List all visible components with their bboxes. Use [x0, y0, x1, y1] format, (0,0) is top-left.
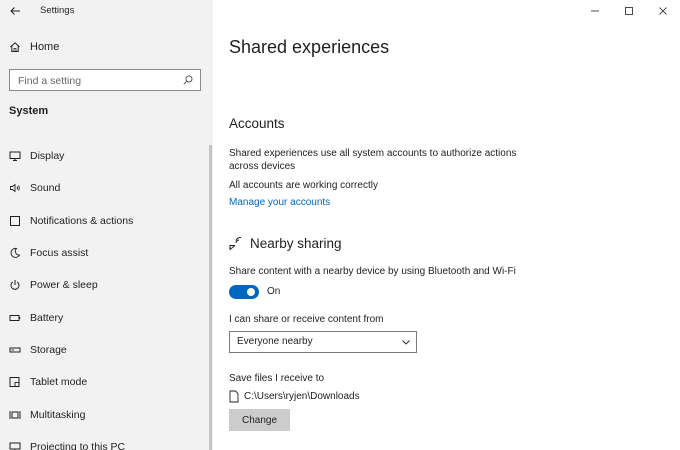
nearby-sharing-toggle[interactable]: [229, 285, 259, 299]
title-bar: Settings: [0, 0, 213, 24]
maximize-icon: [625, 7, 633, 15]
app-title: Settings: [40, 5, 75, 16]
nearby-sharing-icon: [229, 237, 242, 250]
toggle-state-label: On: [267, 286, 281, 297]
speaker-icon: [10, 184, 20, 193]
sidebar-item-label: Battery: [30, 311, 64, 324]
manage-accounts-link[interactable]: Manage your accounts: [229, 197, 330, 208]
save-files-label: Save files I receive to: [229, 373, 325, 384]
sidebar-item-label: Sound: [30, 182, 61, 195]
sidebar-item-label: Projecting to this PC: [30, 440, 126, 450]
home-nav-item[interactable]: Home: [9, 41, 59, 53]
sidebar: Settings Home Find a setting System Disp…: [0, 0, 213, 450]
change-button[interactable]: Change: [229, 409, 290, 431]
maximize-button[interactable]: [612, 0, 646, 22]
home-label: Home: [30, 41, 60, 53]
file-icon: [229, 390, 239, 403]
sidebar-item-label: Display: [30, 150, 65, 163]
home-icon: [10, 42, 20, 52]
chevron-down-icon: [402, 340, 410, 345]
toggle-knob: [247, 288, 255, 296]
sidebar-nav: Display Sound Notifications & actions Fo…: [0, 140, 208, 450]
back-arrow-icon[interactable]: [8, 4, 22, 18]
accounts-status: All accounts are working correctly: [229, 180, 378, 191]
sidebar-scrollbar[interactable]: [209, 145, 212, 450]
power-icon: [10, 280, 20, 291]
save-path: C:\Users\ryjen\Downloads: [244, 391, 360, 402]
accounts-heading: Accounts: [229, 116, 285, 131]
sidebar-item-display[interactable]: Display: [0, 140, 208, 172]
sidebar-item-tablet-mode[interactable]: Tablet mode: [0, 366, 208, 398]
sidebar-item-power-sleep[interactable]: Power & sleep: [0, 269, 208, 301]
nearby-heading: Nearby sharing: [250, 236, 342, 251]
close-button[interactable]: [646, 0, 680, 22]
tablet-icon: [9, 377, 20, 388]
sidebar-item-label: Storage: [30, 343, 67, 356]
sidebar-item-label: Multitasking: [30, 408, 86, 421]
sidebar-item-label: Power & sleep: [30, 279, 98, 292]
sidebar-item-storage[interactable]: Storage: [0, 334, 208, 366]
minimize-button[interactable]: [578, 0, 612, 22]
sidebar-item-label: Notifications & actions: [30, 214, 134, 227]
search-icon[interactable]: [182, 74, 194, 86]
section-label-system: System: [9, 105, 49, 117]
storage-icon: [9, 347, 21, 353]
close-icon: [659, 7, 667, 15]
nearby-sharing-header: Nearby sharing: [229, 236, 342, 251]
sidebar-item-notifications[interactable]: Notifications & actions: [0, 205, 208, 237]
save-path-row: C:\Users\ryjen\Downloads: [229, 390, 360, 403]
display-icon: [9, 151, 21, 162]
sidebar-item-focus-assist[interactable]: Focus assist: [0, 237, 208, 269]
sidebar-item-sound[interactable]: Sound: [0, 172, 208, 204]
share-from-dropdown[interactable]: Everyone nearby: [229, 331, 417, 353]
battery-icon: [9, 314, 21, 321]
nearby-description: Share content with a nearby device by us…: [229, 266, 516, 277]
sidebar-item-projecting[interactable]: Projecting to this PC: [0, 431, 208, 450]
sidebar-item-label: Focus assist: [30, 247, 89, 260]
window-controls: [578, 0, 680, 22]
minimize-icon: [591, 10, 599, 12]
share-from-label: I can share or receive content from: [229, 314, 384, 325]
notification-icon: [10, 215, 20, 226]
search-placeholder: Find a setting: [18, 75, 82, 87]
search-input[interactable]: Find a setting: [9, 69, 201, 91]
sidebar-item-battery[interactable]: Battery: [0, 301, 208, 333]
multitasking-icon: [9, 410, 21, 419]
sidebar-item-label: Tablet mode: [30, 376, 88, 389]
share-from-value: Everyone nearby: [237, 336, 313, 347]
projector-icon: [9, 442, 21, 450]
accounts-description: Shared experiences use all system accoun…: [229, 148, 517, 172]
page-title: Shared experiences: [229, 37, 390, 57]
moon-icon: [10, 248, 21, 258]
sidebar-item-multitasking[interactable]: Multitasking: [0, 398, 208, 430]
